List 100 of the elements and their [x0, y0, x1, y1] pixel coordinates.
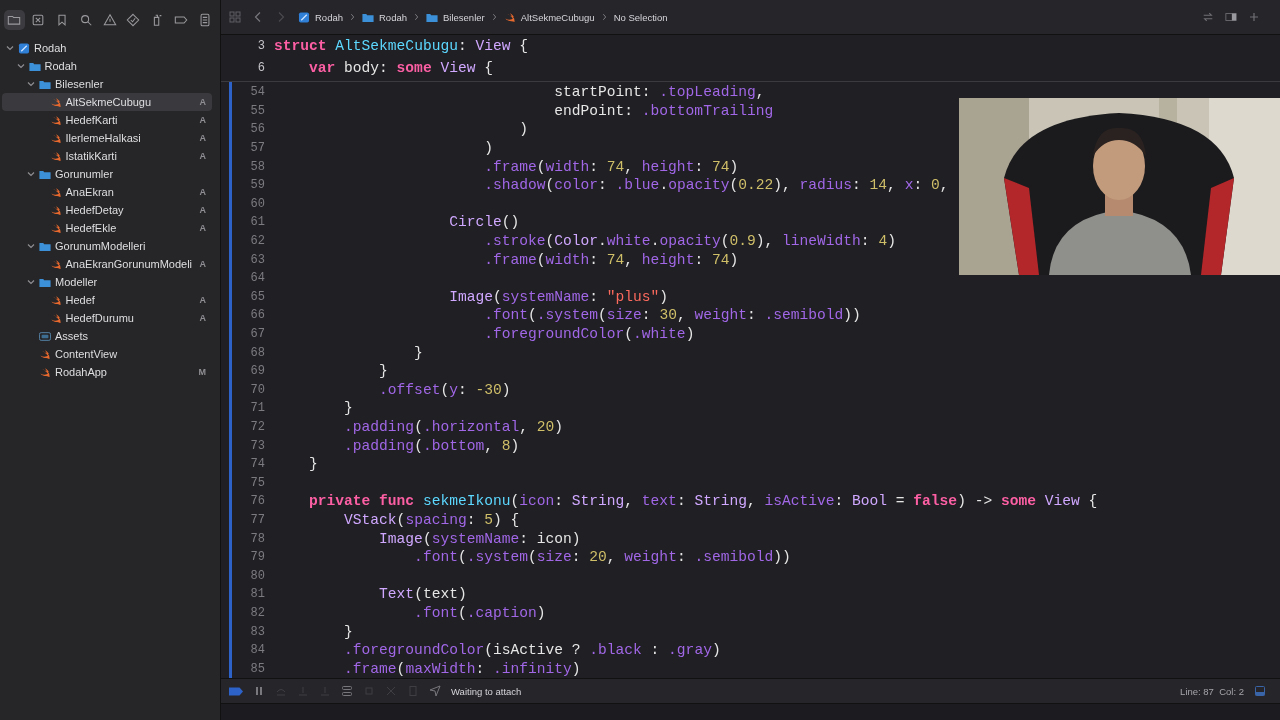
code-line: }: [378, 363, 388, 380]
breakpoint-icon[interactable]: [229, 686, 243, 696]
line-number: 64: [249, 271, 266, 286]
status-label: A: [199, 115, 206, 125]
chevron-icon: [27, 170, 35, 178]
code-line: Circle(): [448, 214, 520, 231]
swap-icon[interactable]: [1202, 11, 1214, 23]
file-tree-item[interactable]: HedefKarti A: [2, 111, 212, 129]
line-number: 54: [249, 85, 266, 100]
panel-toggle-icon[interactable]: [1254, 685, 1266, 697]
line-number: 68: [249, 345, 266, 360]
separator-icon: [491, 13, 497, 21]
line-number: 66: [249, 308, 266, 323]
diamond-icon: [126, 13, 141, 27]
line-number: 81: [249, 587, 266, 602]
status-label: A: [199, 133, 206, 143]
status-label: A: [199, 205, 206, 215]
line-number: 75: [249, 475, 266, 490]
pause-icon[interactable]: [253, 685, 265, 697]
breadcrumb-item[interactable]: Rodah: [315, 11, 343, 23]
line-number: 62: [249, 234, 266, 249]
project-icon: [298, 11, 310, 23]
file-tree-item[interactable]: HedefEkle A: [2, 219, 212, 237]
file-tree-item[interactable]: Modeller: [2, 273, 212, 291]
code-line: .offset(y: -30): [378, 381, 511, 398]
line-number: 60: [249, 196, 266, 211]
add-icon[interactable]: [1248, 11, 1260, 23]
breadcrumb-item[interactable]: Bilesenler: [443, 11, 485, 23]
file-tree-item[interactable]: GorunumModelleri: [2, 237, 212, 255]
tag-icon: [173, 13, 188, 27]
code-line: }: [413, 344, 423, 361]
breadcrumb-item[interactable]: Rodah: [379, 11, 407, 23]
breadcrumb-item[interactable]: AltSekmeCubugu: [520, 11, 595, 23]
code-line: Image(systemName: icon): [378, 530, 581, 547]
code-line: Text(text): [378, 586, 467, 603]
file-tree-item[interactable]: AnaEkran A: [2, 183, 212, 201]
line-number: 72: [249, 420, 266, 434]
file-tree-item[interactable]: Hedef A: [2, 291, 212, 309]
project-icon: [18, 42, 30, 54]
code-line: .foregroundColor(isActive ? .black : .gray): [343, 642, 721, 659]
line-number: 77: [249, 512, 266, 527]
code-line: .font(.caption): [413, 604, 546, 621]
code-line: ): [518, 121, 528, 138]
code-line: startPoint: .topLeading,: [553, 84, 765, 101]
grid-icon[interactable]: [229, 11, 241, 23]
code-line: .frame(width: 74, height: 74): [483, 251, 739, 268]
file-tree-item[interactable]: ContentView: [2, 345, 212, 363]
code-line: }: [308, 456, 318, 473]
file-tree-item[interactable]: AltSekmeCubugu A: [2, 93, 212, 111]
file-tree-item[interactable]: Rodah: [2, 39, 212, 57]
file-tree-item[interactable]: Rodah: [2, 57, 212, 75]
swift-file-icon: [39, 348, 51, 360]
folder-icon: [39, 276, 51, 288]
line-number: 80: [249, 568, 266, 583]
line-number: 85: [249, 661, 266, 676]
chevron-icon: [27, 242, 35, 250]
status-label: A: [199, 259, 206, 269]
inspector-icon[interactable]: [1225, 11, 1237, 23]
status-label: M: [198, 367, 206, 377]
line-number: 84: [249, 643, 266, 658]
file-tree-item[interactable]: Bilesenler: [2, 75, 212, 93]
code-line: endPoint: .bottomTrailing: [553, 102, 774, 119]
breadcrumb-item[interactable]: No Selection: [613, 11, 668, 23]
separator-icon: [350, 13, 355, 21]
code-line: .frame(width: 74, height: 74): [483, 158, 739, 175]
status-label: A: [199, 313, 206, 323]
code-line: Image(systemName: "plus"): [448, 288, 669, 305]
line-number: 63: [249, 252, 266, 267]
separator-icon: [414, 13, 419, 21]
status-label: A: [199, 97, 206, 107]
file-tree-item[interactable]: IstatikKarti A: [2, 147, 212, 165]
line-number: 59: [249, 178, 266, 193]
cursor-position: Line: 87 Col: 2: [1180, 685, 1244, 697]
status-label: A: [199, 295, 206, 305]
status-label: A: [199, 151, 206, 161]
navigator-tab[interactable]: [4, 10, 25, 30]
separator-icon: [601, 13, 607, 21]
file-tree-item[interactable]: AnaEkranGorunumModeli A: [2, 255, 212, 273]
file-tree-item[interactable]: Gorunumler: [2, 165, 212, 183]
line-number: 73: [249, 438, 266, 453]
file-tree-item[interactable]: HedefDetay A: [2, 201, 212, 219]
line-number: 79: [249, 550, 266, 565]
status-label: A: [199, 187, 206, 197]
view-hierarchy-icon[interactable]: [341, 685, 353, 697]
assets-icon: [39, 330, 51, 342]
debug-status: Waiting to attach: [451, 685, 522, 697]
file-tree-item[interactable]: Assets: [2, 327, 212, 345]
file-tree-item[interactable]: RodahApp M: [2, 363, 212, 381]
line-number: 76: [249, 494, 266, 509]
code-line: .frame(maxWidth: .infinity): [343, 660, 581, 677]
document-icon: [197, 13, 212, 27]
file-tree-item[interactable]: IlerlemeHalkasi A: [2, 129, 212, 147]
line-number: 70: [249, 382, 266, 397]
code-line: }: [343, 623, 353, 640]
search-icon: [78, 13, 93, 27]
file-tree-item[interactable]: HedefDurumu A: [2, 309, 212, 327]
location-icon[interactable]: [429, 685, 441, 697]
code-line: .foregroundColor(.white): [483, 326, 695, 342]
code-line: .shadow(color: .blue.opacity(0.22), radius: 14, x: 0,: [483, 177, 949, 194]
line-number: 55: [249, 103, 266, 118]
